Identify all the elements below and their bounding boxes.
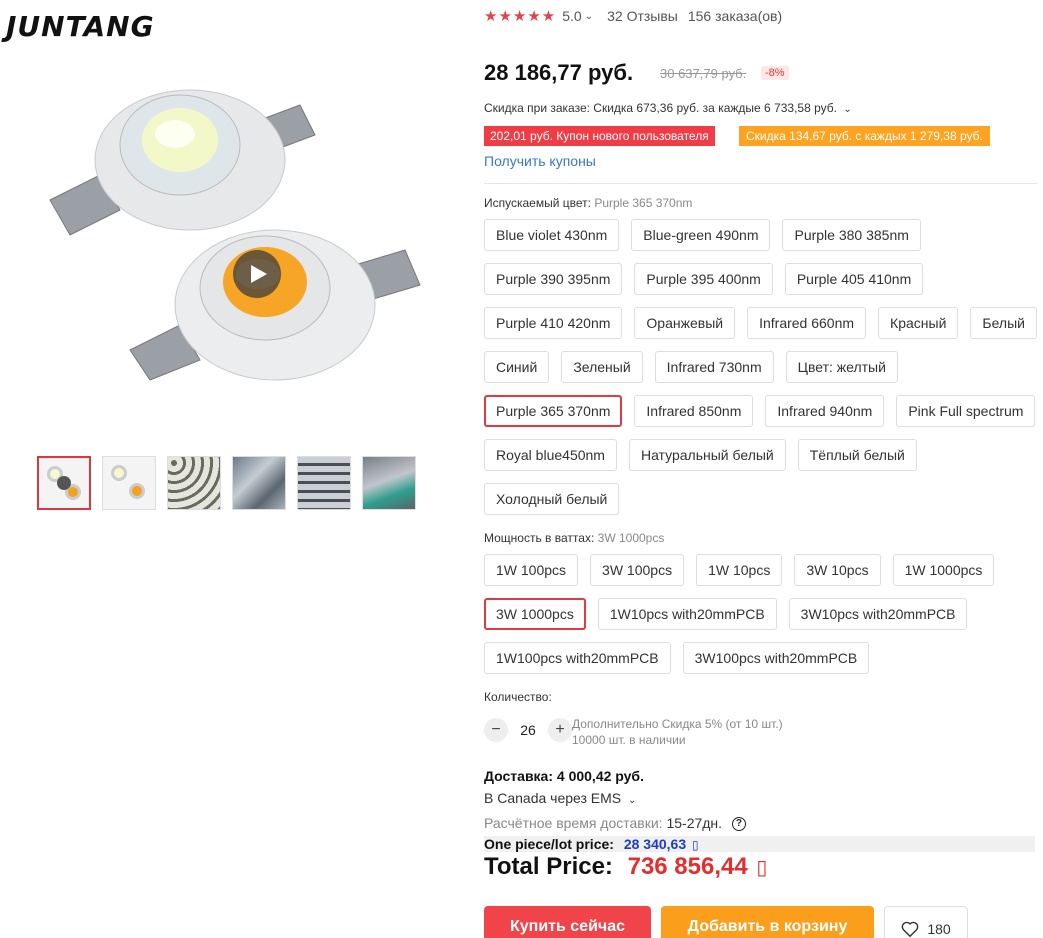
- power-option[interactable]: 1W 100pcs: [484, 554, 579, 586]
- color-option[interactable]: Тёплый белый: [797, 439, 917, 471]
- color-option[interactable]: Infrared 660nm: [747, 307, 867, 339]
- color-option[interactable]: Натуральный белый: [628, 439, 786, 471]
- color-option[interactable]: Infrared 940nm: [765, 395, 885, 427]
- current-price: 28 186,77 руб.: [484, 60, 634, 85]
- color-option[interactable]: Pink Full spectrum: [896, 395, 1036, 427]
- power-option[interactable]: 1W 1000pcs: [892, 554, 995, 586]
- color-option[interactable]: Цвет: желтый: [785, 351, 898, 383]
- buy-now-button[interactable]: Купить сейчас: [484, 906, 651, 938]
- one-piece-price: One piece/lot price: 28 340,63 ▯: [484, 836, 1035, 852]
- color-option[interactable]: Зеленый: [561, 351, 643, 383]
- color-option[interactable]: Purple 380 385nm: [782, 219, 921, 251]
- color-option[interactable]: Royal blue450nm: [484, 439, 617, 471]
- color-prop-title: Испускаемый цвет:: [484, 196, 591, 210]
- get-coupons-link[interactable]: Получить купоны: [484, 153, 596, 169]
- rating-row: ★★★★★ 5.0 ⌄ 32 Отзывы 156 заказа(ов): [484, 7, 782, 25]
- color-prop-selected: Purple 365 370nm: [594, 196, 693, 210]
- power-option[interactable]: 1W100pcs with20mmPCB: [484, 642, 671, 674]
- old-price: 30 637,79 руб.: [660, 66, 747, 81]
- help-icon[interactable]: ?: [731, 817, 746, 832]
- wishlist-button[interactable]: 180: [884, 906, 968, 938]
- color-option[interactable]: Красный: [878, 307, 959, 339]
- brand-logo: JUNTANG: [6, 10, 155, 43]
- color-option[interactable]: Purple 395 400nm: [634, 263, 773, 295]
- color-option[interactable]: Синий: [484, 351, 550, 383]
- one-piece-value: 28 340,63: [623, 836, 687, 852]
- wishlist-count: 180: [927, 921, 951, 937]
- power-prop-selected: 3W 1000pcs: [597, 531, 665, 545]
- rating-score[interactable]: 5.0: [562, 8, 581, 24]
- led-product-illustration: [49, 89, 421, 381]
- power-prop-title: Мощность в ваттах:: [484, 531, 595, 545]
- total-price-value: 736 856,44: [627, 853, 748, 880]
- thumbnail-1[interactable]: [37, 456, 91, 510]
- color-option[interactable]: Оранжевый: [634, 307, 736, 339]
- power-option[interactable]: 3W10pcs with20mmPCB: [788, 598, 968, 630]
- reviews-count[interactable]: 32 Отзывы: [607, 8, 678, 24]
- color-option[interactable]: Белый: [970, 307, 1037, 339]
- total-price-label: Total Price:: [484, 853, 613, 880]
- power-option[interactable]: 3W 1000pcs: [484, 598, 586, 630]
- new-user-coupon[interactable]: 202,01 руб. Купон нового пользователя: [484, 126, 715, 146]
- store-coupon[interactable]: Скидка 134,67 руб. с каждых 1 279,38 руб…: [739, 126, 990, 146]
- shipping-method[interactable]: В Canada через EMS ⌄: [484, 790, 636, 806]
- quantity-label: Количество:: [484, 690, 552, 704]
- power-option[interactable]: 1W10pcs with20mmPCB: [597, 598, 777, 630]
- stock-note: 10000 шт. в наличии: [572, 733, 686, 747]
- color-option[interactable]: Blue violet 430nm: [484, 219, 620, 251]
- delivery-time-value: 15-27дн.: [666, 815, 723, 831]
- plus-icon[interactable]: +: [548, 718, 572, 742]
- orders-count: 156 заказа(ов): [687, 8, 783, 24]
- chevron-down-icon: ⌄: [843, 104, 852, 115]
- color-options: Blue violet 430nm Blue-green 490nm Purple …: [484, 219, 1043, 515]
- heart-icon: [901, 921, 919, 937]
- one-piece-label: One piece/lot price:: [484, 836, 614, 852]
- currency-icon: ▯: [756, 857, 768, 879]
- rating-stars: ★★★★★: [484, 8, 557, 25]
- shipping-method-text: В Canada через EMS: [484, 790, 622, 806]
- quantity-discount-note: Дополнительно Скидка 5% (от 10 шт.): [572, 717, 783, 731]
- divider: [484, 183, 1037, 184]
- main-product-image[interactable]: [30, 60, 450, 400]
- chevron-down-icon: ⌄: [584, 10, 594, 22]
- quantity-note: Дополнительно Скидка 5% (от 10 шт.) 1000…: [572, 716, 783, 748]
- color-option[interactable]: Infrared 850nm: [634, 395, 754, 427]
- power-option[interactable]: 3W 10pcs: [794, 554, 881, 586]
- thumbnail-2[interactable]: [102, 456, 156, 510]
- play-icon: [251, 265, 267, 283]
- thumbnail-3[interactable]: [167, 456, 221, 510]
- color-option[interactable]: Purple 390 395nm: [484, 263, 623, 295]
- chevron-down-icon: ⌄: [628, 795, 637, 806]
- thumbnail-4[interactable]: [232, 456, 286, 510]
- delivery-time: Расчётное время доставки: 15-27дн. ?: [484, 815, 746, 832]
- minus-icon[interactable]: −: [484, 718, 508, 742]
- delivery-time-label: Расчётное время доставки:: [484, 815, 663, 831]
- power-options: 1W 100pcs 3W 100pcs 1W 10pcs 3W 10pcs 1W 100…: [484, 554, 1043, 674]
- order-discount[interactable]: Скидка при заказе: Скидка 673,36 руб. за…: [484, 101, 852, 115]
- power-option[interactable]: 1W 10pcs: [696, 554, 783, 586]
- discount-badge: -8%: [761, 66, 789, 80]
- quantity-stepper: − 26 +: [484, 718, 572, 742]
- quantity-input[interactable]: 26: [508, 722, 548, 738]
- thumbnail-6[interactable]: [362, 456, 416, 510]
- play-video-button[interactable]: [233, 250, 281, 298]
- color-option[interactable]: Холодный белый: [484, 483, 620, 515]
- color-option[interactable]: Infrared 730nm: [654, 351, 774, 383]
- color-prop-label: Испускаемый цвет: Purple 365 370nm: [484, 196, 692, 210]
- total-price: Total Price: 736 856,44 ▯: [484, 853, 767, 881]
- add-to-cart-button[interactable]: Добавить в корзину: [661, 906, 874, 938]
- color-option[interactable]: Purple 410 420nm: [484, 307, 623, 339]
- order-discount-text: Скидка при заказе: Скидка 673,36 руб. за…: [484, 101, 837, 115]
- power-option[interactable]: 3W 100pcs: [590, 554, 685, 586]
- currency-icon: ▯: [692, 838, 699, 852]
- color-option[interactable]: Purple 365 370nm: [484, 395, 623, 427]
- color-option[interactable]: Blue-green 490nm: [631, 219, 771, 251]
- color-option[interactable]: Purple 405 410nm: [784, 263, 924, 295]
- power-option[interactable]: 3W100pcs with20mmPCB: [682, 642, 870, 674]
- power-prop-label: Мощность в ваттах: 3W 1000pcs: [484, 531, 664, 545]
- thumbnail-strip: [37, 456, 416, 510]
- thumbnail-5[interactable]: [297, 456, 351, 510]
- shipping-cost: Доставка: 4 000,42 руб.: [484, 768, 644, 784]
